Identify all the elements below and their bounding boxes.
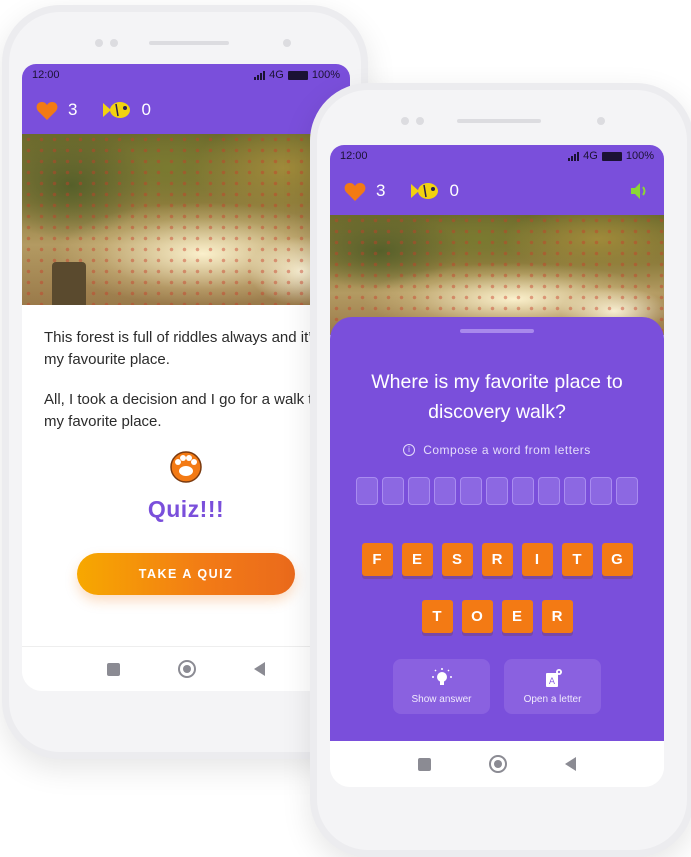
coins-value: 0 (449, 181, 459, 200)
recents-button[interactable] (418, 757, 431, 771)
quiz-question: Where is my favorite place to discovery … (371, 371, 623, 423)
screen-story: 12:00 4G 100% 3 0 This forest is full of (22, 64, 350, 691)
letter-tile[interactable]: I (521, 543, 553, 576)
coins-counter: 0 (103, 100, 151, 120)
hint-actions: Show answer A Open a letter (330, 659, 664, 714)
back-button[interactable] (565, 757, 576, 771)
home-button[interactable] (489, 755, 507, 773)
svg-text:A: A (548, 677, 555, 687)
answer-slot[interactable] (382, 477, 404, 505)
earpiece (457, 119, 541, 123)
phone-right: 12:00 4G 100% 3 0 Where is my favorite p… (310, 83, 691, 857)
open-letter-label: Open a letter (523, 694, 582, 705)
sensor-dot (416, 117, 424, 125)
home-button[interactable] (178, 660, 196, 678)
fish-icon (411, 183, 439, 199)
quiz-sheet: Where is my favorite place to discovery … (330, 317, 664, 741)
letter-tile[interactable]: R (541, 600, 573, 633)
game-header: 3 0 (330, 167, 664, 215)
answer-slot[interactable] (564, 477, 586, 505)
battery-icon (601, 151, 622, 161)
signal-icon (568, 151, 580, 161)
battery-icon (287, 70, 308, 80)
front-camera (597, 117, 605, 125)
letter-tile[interactable]: O (461, 600, 493, 633)
info-icon: i (403, 444, 416, 456)
speaker-icon[interactable] (630, 182, 650, 200)
hint-text: Compose a word from letters (423, 443, 591, 457)
heart-icon (36, 101, 58, 120)
status-time: 12:00 (340, 150, 368, 162)
tree-stump (52, 262, 86, 305)
camera-dot (95, 39, 103, 47)
network-label: 4G (583, 150, 598, 162)
lives-counter: 3 (36, 100, 77, 120)
letter-tile[interactable]: E (501, 600, 533, 633)
letter-tile[interactable]: S (441, 543, 473, 576)
android-nav-bar (22, 646, 350, 691)
coins-value: 0 (141, 100, 151, 119)
answer-slots (330, 477, 664, 505)
coins-counter: 0 (411, 181, 459, 201)
letter-tile[interactable]: G (601, 543, 633, 576)
sensor-dot (110, 39, 118, 47)
letter-tile[interactable]: T (421, 600, 453, 633)
sheet-handle[interactable] (460, 329, 534, 333)
answer-slot[interactable] (616, 477, 638, 505)
letter-tile[interactable]: R (481, 543, 513, 576)
back-button[interactable] (254, 662, 265, 676)
quiz-title: Quiz!!! (147, 496, 225, 522)
front-camera (283, 39, 291, 47)
paw-icon (170, 451, 202, 483)
letter-tile[interactable]: F (361, 543, 393, 576)
earpiece (149, 41, 229, 45)
answer-slot[interactable] (486, 477, 508, 505)
status-bar: 12:00 4G 100% (330, 145, 664, 167)
forest-image (22, 134, 350, 305)
show-answer-button[interactable]: Show answer (393, 659, 490, 714)
lives-counter: 3 (344, 181, 385, 201)
recents-button[interactable] (107, 662, 120, 676)
show-answer-label: Show answer (411, 694, 472, 705)
letter-row-1: F E S R I T G (330, 543, 664, 576)
quiz-badge: Quiz!!! (22, 451, 350, 523)
answer-slot[interactable] (434, 477, 456, 505)
letter-tile[interactable]: E (401, 543, 433, 576)
screen-quiz: 12:00 4G 100% 3 0 Where is my favorite p… (330, 145, 664, 787)
story-paragraph-1: This forest is full of riddles always an… (44, 329, 319, 368)
lives-value: 3 (376, 181, 386, 200)
lightbulb-icon (431, 668, 452, 685)
quiz-hint: i Compose a word from letters (330, 443, 664, 457)
signal-icon (254, 70, 266, 80)
fish-icon (103, 102, 131, 118)
answer-slot[interactable] (460, 477, 482, 505)
answer-slot[interactable] (538, 477, 560, 505)
take-quiz-button[interactable]: TAKE A QUIZ (77, 553, 295, 595)
open-letter-button[interactable]: A Open a letter (504, 659, 601, 714)
heart-icon (344, 182, 366, 201)
letter-tiles: F E S R I T G T O E R (330, 543, 664, 633)
letter-icon: A (545, 669, 562, 687)
story-paragraph-2: All, I took a decision and I go for a wa… (44, 391, 321, 430)
story-text: This forest is full of riddles always an… (22, 305, 350, 433)
answer-slot[interactable] (408, 477, 430, 505)
network-label: 4G (269, 69, 284, 81)
answer-slot[interactable] (356, 477, 378, 505)
battery-label: 100% (625, 150, 654, 162)
camera-dot (401, 117, 409, 125)
answer-slot[interactable] (512, 477, 534, 505)
letter-tile[interactable]: T (561, 543, 593, 576)
android-nav-bar (330, 741, 664, 787)
game-header: 3 0 (22, 86, 350, 134)
status-bar: 12:00 4G 100% (22, 64, 350, 86)
lives-value: 3 (68, 100, 78, 119)
answer-slot[interactable] (590, 477, 612, 505)
letter-row-2: T O E R (330, 600, 664, 633)
status-time: 12:00 (32, 69, 60, 81)
battery-label: 100% (311, 69, 340, 81)
